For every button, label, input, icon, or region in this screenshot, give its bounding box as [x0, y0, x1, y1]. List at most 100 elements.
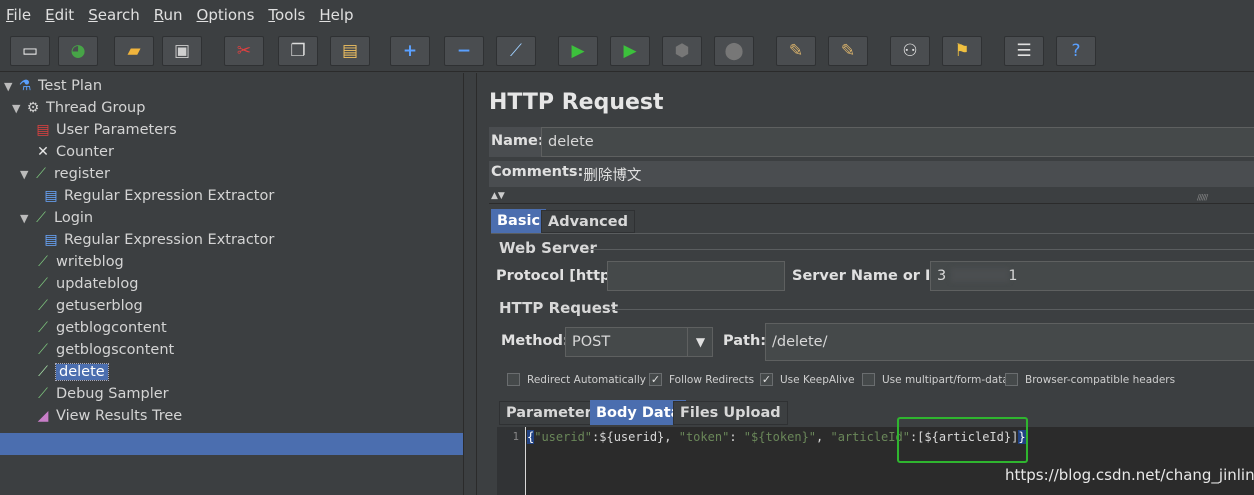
document-icon: ▤: [36, 122, 50, 138]
shutdown-icon[interactable]: ⬤: [714, 36, 754, 66]
tree-node-debug-sampler[interactable]: ⟋ Debug Sampler: [34, 383, 169, 405]
menu-item[interactable]: File: [4, 6, 33, 24]
templates-icon[interactable]: ◕: [58, 36, 98, 66]
copy-icon[interactable]: ❐: [278, 36, 318, 66]
checkbox-label: Use KeepAlive: [780, 373, 855, 386]
tab-basic[interactable]: Basic: [491, 209, 547, 233]
chevron-down-icon[interactable]: ▼: [687, 328, 713, 356]
tree-node-test-plan[interactable]: ▼ ⚗ Test Plan: [4, 75, 102, 97]
tree-node-login[interactable]: ▼ ⟋ Login: [20, 207, 93, 229]
follow-redirects-checkbox[interactable]: ✓ Follow Redirects: [649, 373, 754, 386]
checkbox-box[interactable]: [507, 373, 520, 386]
menu-bar: File Edit Search Run Options Tools Help: [0, 0, 1254, 30]
tree-node-getblogcontent[interactable]: ⟋ getblogcontent: [34, 317, 167, 339]
cut-icon[interactable]: ✂: [224, 36, 264, 66]
menu-item[interactable]: Run: [152, 6, 185, 24]
checkbox-box[interactable]: [1005, 373, 1018, 386]
pipette-icon: ⟋: [38, 342, 48, 358]
code-value: :${userid},: [592, 430, 679, 444]
menu-item[interactable]: Tools: [266, 6, 307, 24]
splitter-arrows-icon[interactable]: ▲▼: [491, 191, 505, 201]
browser-compatible-checkbox[interactable]: Browser-compatible headers: [1005, 373, 1175, 386]
toggle-icon[interactable]: ⟋: [496, 36, 536, 66]
code-sep: :: [729, 430, 744, 444]
start-no-timers-icon[interactable]: ▶: [610, 36, 650, 66]
pipette-icon: ⟋: [38, 320, 48, 336]
body-data-editor[interactable]: 1 {"userid":${userid}, "token": "${token…: [497, 427, 1254, 495]
toolbar: ▭ ◕ ▰ ▣ ✂ ❐ ▤ + − ⟋ ▶ ▶ ⬢ ⬤ ✎ ✎ ⚇ ⚑ ☰ ?: [0, 30, 1254, 72]
path-field[interactable]: /delete/: [765, 323, 1254, 361]
tab-files-upload[interactable]: Files Upload: [673, 401, 788, 425]
menu-label: ile: [13, 6, 32, 24]
server-value-end: 1: [1008, 268, 1018, 284]
checkbox-box[interactable]: [862, 373, 875, 386]
menu-label: ools: [275, 6, 306, 24]
chart-icon: ◢: [37, 408, 49, 424]
tree-node-writeblog[interactable]: ⟋ writeblog: [34, 251, 124, 273]
menu-item[interactable]: Help: [317, 6, 355, 24]
tree-node-register[interactable]: ▼ ⟋ register: [20, 163, 110, 185]
open-icon[interactable]: ▰: [114, 36, 154, 66]
stop-icon[interactable]: ⬢: [662, 36, 702, 66]
checkbox-box[interactable]: ✓: [760, 373, 773, 386]
tree-node-thread-group[interactable]: ▼ ⚙ Thread Group: [12, 97, 145, 119]
comments-field[interactable]: 删除博文: [583, 164, 641, 185]
tree-node-getuserblog[interactable]: ⟋ getuserblog: [34, 295, 143, 317]
menu-label: dit: [54, 6, 75, 24]
tree-node-getblogscontent[interactable]: ⟋ getblogscontent: [34, 339, 174, 361]
tree-node-user-parameters[interactable]: ▤ User Parameters: [34, 119, 176, 141]
tree-node-counter[interactable]: ✕ Counter: [34, 141, 114, 163]
gear-icon: ⚙: [26, 100, 40, 116]
menu-mnemonic: F: [6, 6, 14, 24]
help-icon[interactable]: ?: [1056, 36, 1096, 66]
menu-mnemonic: H: [319, 6, 331, 24]
clear-icon[interactable]: ✎: [776, 36, 816, 66]
grip-icon[interactable]: //////: [1197, 193, 1208, 202]
server-value-start: 3: [937, 268, 947, 284]
menu-item[interactable]: Search: [86, 6, 142, 24]
comments-label: Comments:: [491, 164, 584, 180]
save-icon[interactable]: ▣: [162, 36, 202, 66]
menu-item[interactable]: Edit: [43, 6, 76, 24]
tree-node-updateblog[interactable]: ⟋ updateblog: [34, 273, 138, 295]
menu-label: earch: [97, 6, 140, 24]
new-icon[interactable]: ▭: [10, 36, 50, 66]
start-icon[interactable]: ▶: [558, 36, 598, 66]
tree-node-delete[interactable]: ⟋ delete: [34, 361, 109, 383]
function-helper-icon[interactable]: ☰: [1004, 36, 1044, 66]
test-plan-tree: ▼ ⚗ Test Plan ▼ ⚙ Thread Group ▤ User Pa…: [0, 73, 464, 495]
expand-toggle-icon[interactable]: ▼: [12, 102, 24, 115]
menu-label: elp: [330, 6, 354, 24]
protocol-field[interactable]: [607, 261, 785, 291]
multipart-checkbox[interactable]: Use multipart/form-data: [862, 373, 1009, 386]
checkbox-label: Follow Redirects: [669, 373, 755, 386]
http-request-panel: HTTP Request Name: delete Comments: 删除博文…: [476, 73, 1254, 495]
keepalive-checkbox[interactable]: ✓ Use KeepAlive: [760, 373, 855, 386]
menu-mnemonic: O: [196, 6, 209, 24]
collapse-icon[interactable]: −: [444, 36, 484, 66]
expand-toggle-icon[interactable]: ▼: [20, 168, 32, 181]
paste-icon[interactable]: ▤: [330, 36, 370, 66]
name-field[interactable]: delete: [541, 127, 1254, 157]
clear-all-icon[interactable]: ✎: [828, 36, 868, 66]
tab-body-data[interactable]: Body Data: [590, 400, 687, 425]
checkbox-box[interactable]: ✓: [649, 373, 662, 386]
pipette-icon: ⟋: [36, 210, 46, 226]
pipette-icon: ⟋: [38, 276, 48, 292]
search-icon[interactable]: ⚇: [890, 36, 930, 66]
menu-item[interactable]: Options: [195, 6, 257, 24]
tab-advanced[interactable]: Advanced: [541, 210, 635, 233]
tabs-divider: [491, 233, 1254, 234]
tree-node-regex-extractor-1[interactable]: ▤ Regular Expression Extractor: [42, 185, 274, 207]
tree-node-view-results-tree[interactable]: ◢ View Results Tree: [34, 405, 183, 427]
redirect-auto-checkbox[interactable]: Redirect Automatically: [507, 373, 646, 386]
pipette-icon: ⟋: [36, 166, 46, 182]
splitter[interactable]: [489, 203, 1254, 204]
expand-toggle-icon[interactable]: ▼: [4, 80, 16, 93]
code-key: "userid": [534, 430, 593, 444]
expand-toggle-icon[interactable]: ▼: [20, 212, 32, 225]
expand-icon[interactable]: +: [390, 36, 430, 66]
tree-node-regex-extractor-2[interactable]: ▤ Regular Expression Extractor: [42, 229, 274, 251]
reset-search-icon[interactable]: ⚑: [942, 36, 982, 66]
page-title: HTTP Request: [489, 90, 664, 115]
